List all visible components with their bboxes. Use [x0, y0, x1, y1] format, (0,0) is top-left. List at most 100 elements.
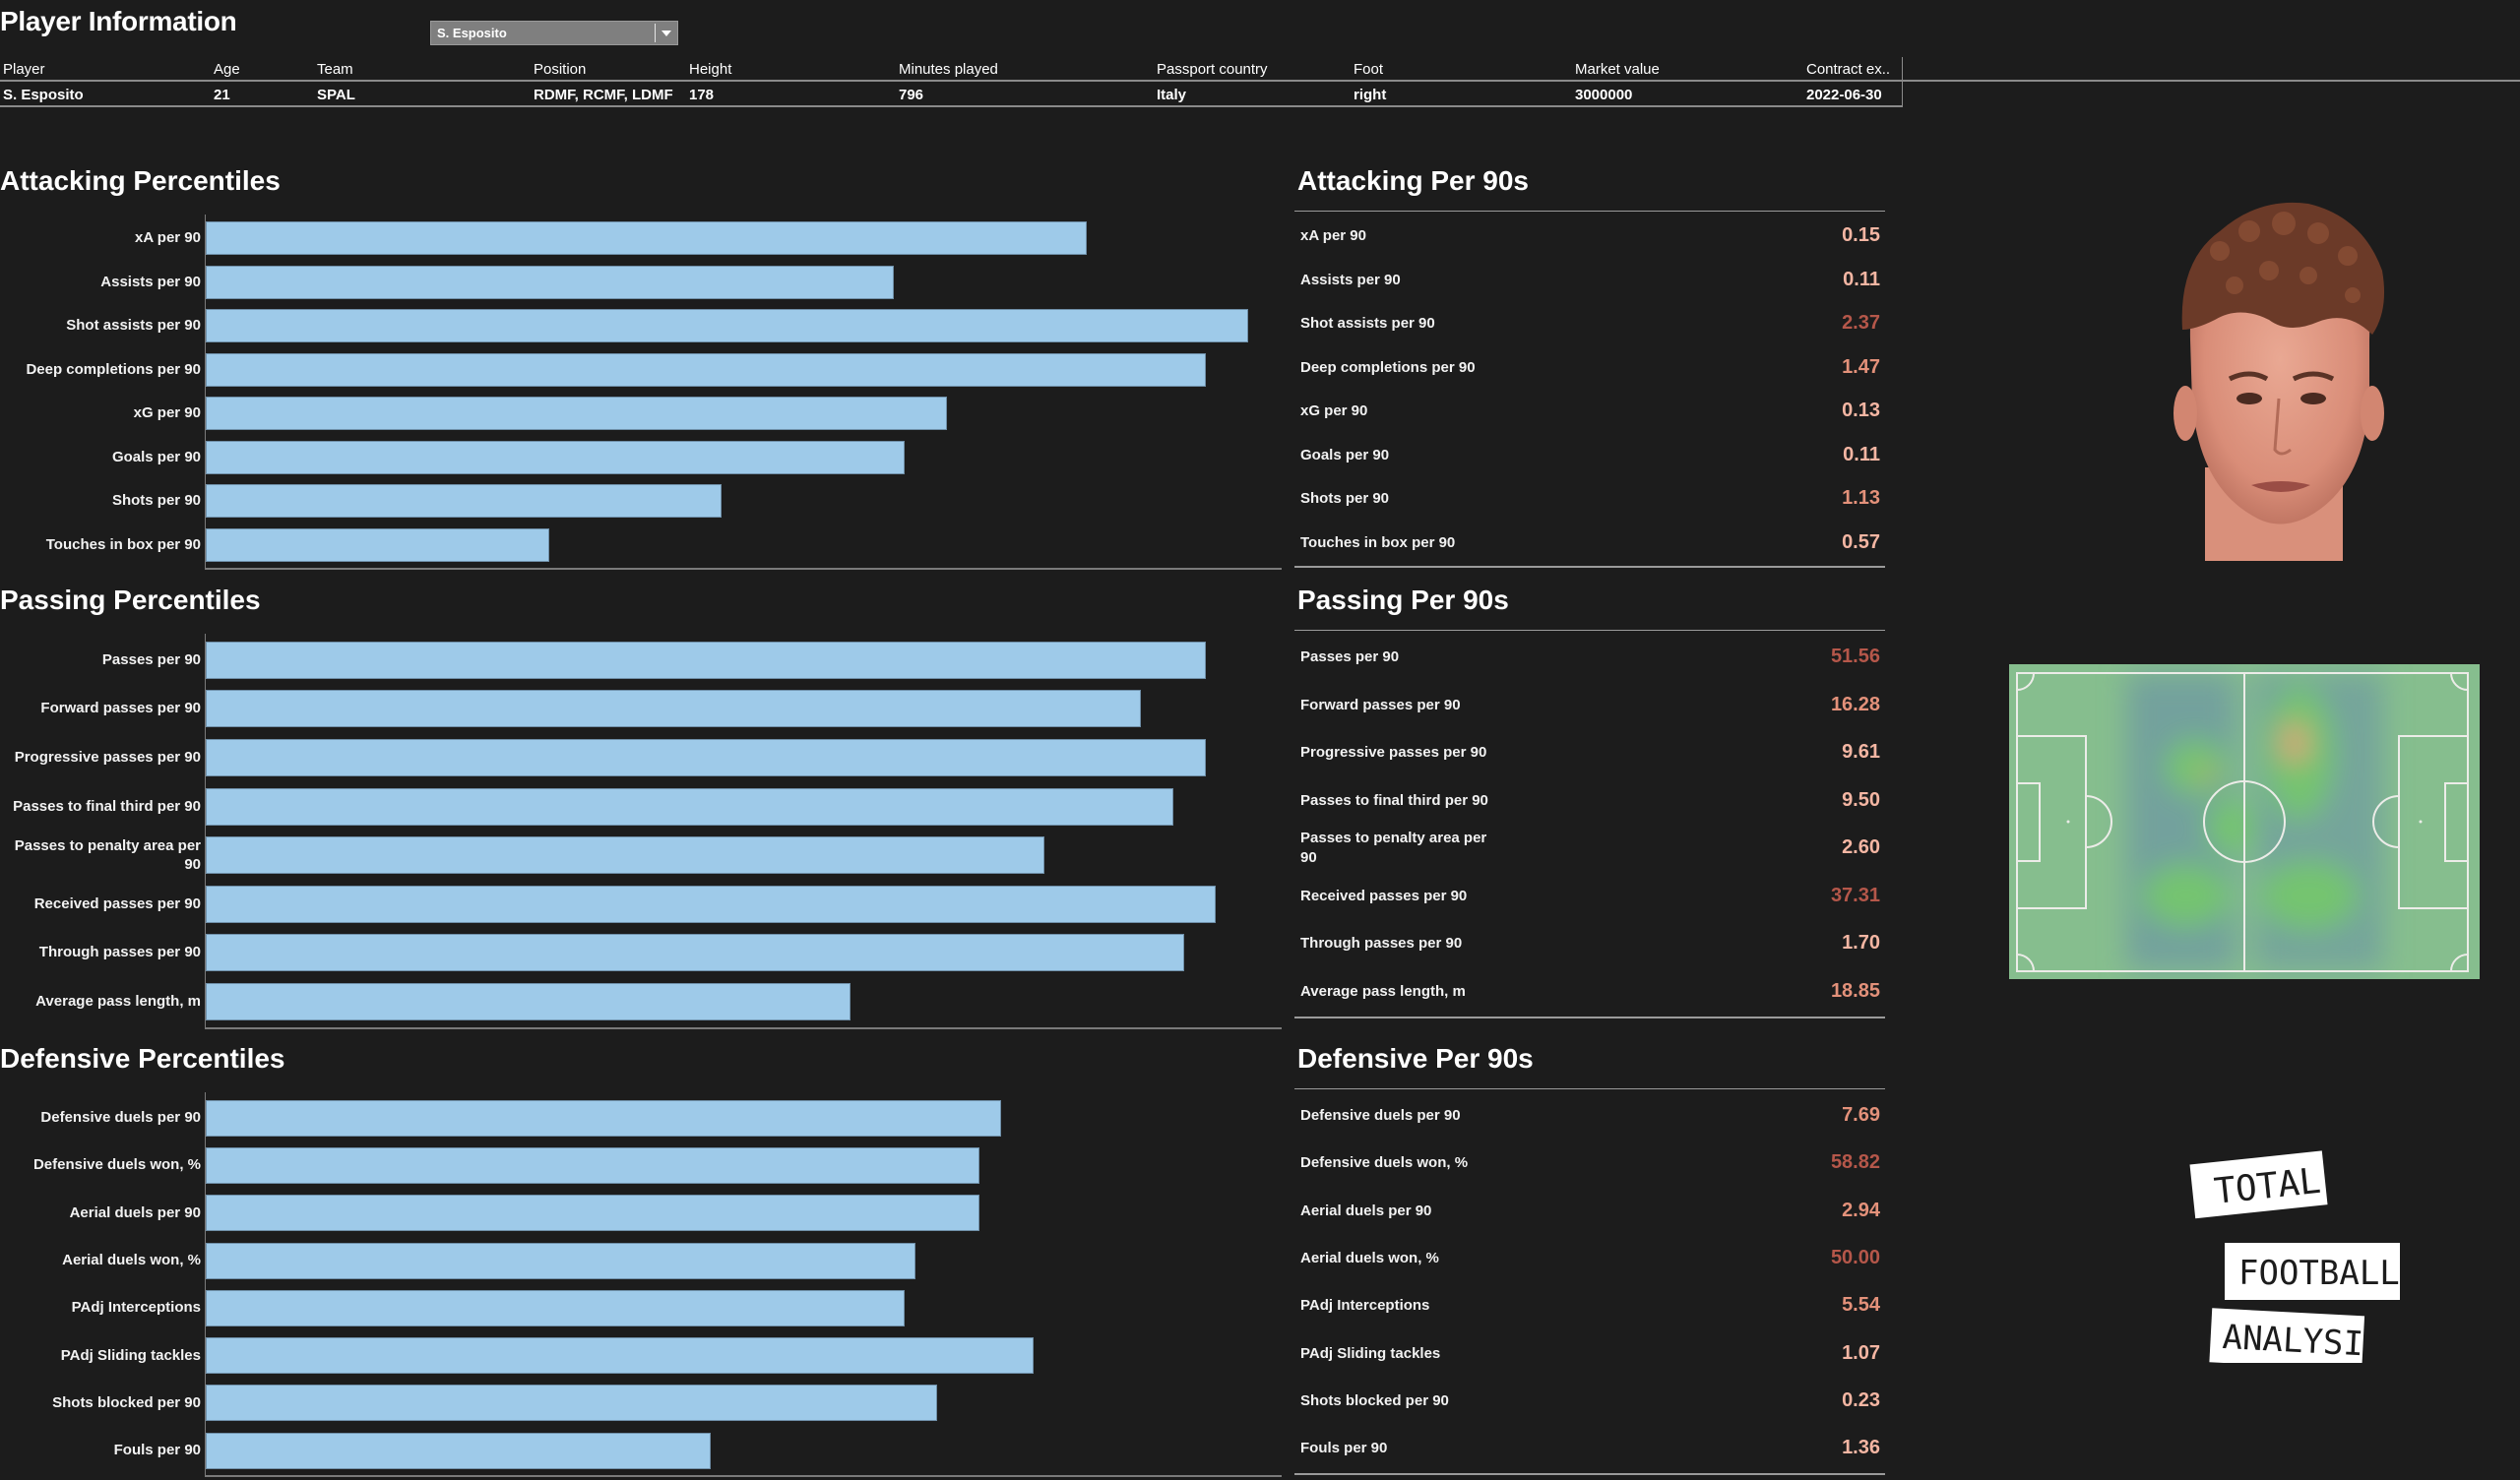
bar-label: Touches in box per 90: [45, 535, 201, 553]
stat-label: Progressive passes per 90: [1300, 744, 1487, 762]
percentile-bar[interactable]: [206, 1289, 905, 1326]
stat-label: Forward passes per 90: [1300, 696, 1461, 713]
table-bottom-divider: [1294, 1017, 1885, 1018]
stat-value: 9.61: [1842, 741, 1880, 764]
stat-row: Through passes per 90 1.70: [1297, 920, 1880, 968]
percentile-bar[interactable]: [206, 1242, 915, 1279]
stat-row: PAdj Sliding tackles 1.07: [1297, 1330, 1880, 1378]
stat-value: 1.07: [1842, 1341, 1880, 1364]
stat-value: 1.70: [1842, 932, 1880, 955]
stat-value: 16.28: [1830, 693, 1880, 715]
column-header[interactable]: Passport country: [1157, 61, 1268, 78]
bar-label: Passes to penalty area per 90: [14, 837, 201, 874]
percentile-bar[interactable]: [206, 787, 1173, 826]
percentile-bar[interactable]: [206, 983, 851, 1020]
stat-value: 1.13: [1842, 487, 1880, 510]
bar-label: Forward passes per 90: [40, 700, 201, 717]
stat-value: 0.15: [1842, 224, 1880, 247]
percentile-bar[interactable]: [206, 309, 1249, 343]
stat-row: Aerial duels per 90 2.94: [1297, 1188, 1880, 1235]
column-header[interactable]: Age: [214, 61, 240, 78]
cell-value: RDMF, RCMF, LDMF: [534, 87, 673, 103]
percentile-bar[interactable]: [206, 641, 1206, 679]
stat-label: Shots per 90: [1300, 490, 1390, 508]
stat-value: 37.31: [1830, 884, 1880, 906]
cell-value: right: [1354, 87, 1387, 103]
cell-value: SPAL: [317, 87, 355, 103]
defensive-percentiles-title: Defensive Percentiles: [0, 1043, 285, 1074]
percentile-bar[interactable]: [206, 265, 894, 299]
column-header[interactable]: Player: [3, 61, 45, 78]
cell-value: 178: [689, 87, 715, 103]
percentile-bar[interactable]: [206, 885, 1217, 923]
bar-label: Through passes per 90: [38, 944, 201, 961]
bar-label: xG per 90: [133, 404, 201, 422]
passing-percentiles-title: Passing Percentiles: [0, 585, 261, 615]
stat-value: 7.69: [1842, 1104, 1880, 1127]
percentile-bar[interactable]: [206, 934, 1184, 972]
cell-value: 3000000: [1575, 87, 1633, 103]
stat-value: 58.82: [1830, 1151, 1880, 1174]
attacking-percentiles-title: Attacking Percentiles: [0, 165, 281, 196]
percentile-bar[interactable]: [206, 1099, 1002, 1137]
heatmap-density: [2127, 674, 2383, 969]
stat-label: Passes to final third per 90: [1300, 791, 1488, 809]
stat-label: Aerial duels per 90: [1300, 1202, 1432, 1219]
cell-value: 21: [214, 87, 230, 103]
stat-row: Forward passes per 90 16.28: [1297, 682, 1880, 730]
bar-label: Average pass length, m: [35, 993, 201, 1010]
bar-label: PAdj Interceptions: [71, 1299, 201, 1317]
percentile-bar[interactable]: [206, 1432, 712, 1469]
bar-label: Shots per 90: [111, 492, 201, 510]
percentile-bar[interactable]: [206, 690, 1142, 728]
bar-label: Deep completions per 90: [26, 360, 201, 378]
column-header[interactable]: Position: [534, 61, 586, 78]
table-top-divider: [1294, 1088, 1885, 1089]
percentile-bar[interactable]: [206, 221, 1088, 256]
stat-label: Defensive duels won, %: [1300, 1154, 1469, 1172]
chevron-down-icon[interactable]: [662, 31, 671, 36]
passing-per90-table: Passes per 90 51.56 Forward passes per 90 1…: [1294, 630, 1885, 1018]
percentile-bar[interactable]: [206, 739, 1206, 776]
percentile-bar[interactable]: [206, 836, 1044, 875]
bar-label: Shots blocked per 90: [52, 1393, 201, 1411]
percentile-bar[interactable]: [206, 1337, 1034, 1375]
stat-value: 18.85: [1830, 979, 1880, 1002]
percentile-bar[interactable]: [206, 440, 905, 474]
bar-label: Assists per 90: [100, 273, 201, 290]
stat-row: Fouls per 90 1.36: [1297, 1425, 1880, 1472]
column-header[interactable]: Foot: [1354, 61, 1383, 78]
percentile-bar[interactable]: [206, 1385, 937, 1422]
percentile-bar[interactable]: [206, 352, 1206, 387]
table-top-divider: [1294, 630, 1885, 631]
column-header[interactable]: Height: [689, 61, 731, 78]
player-select-dropdown[interactable]: S. Esposito: [430, 21, 678, 45]
stat-value: 0.57: [1842, 530, 1880, 553]
defensive-per90-title: Defensive Per 90s: [1297, 1043, 1534, 1074]
bar-label: Progressive passes per 90: [14, 749, 201, 766]
bar-label: Passes per 90: [101, 650, 201, 668]
percentile-bar[interactable]: [206, 1195, 980, 1232]
stat-label: Touches in box per 90: [1300, 533, 1456, 551]
bar-label: PAdj Sliding tackles: [60, 1346, 201, 1364]
percentile-bar[interactable]: [206, 1146, 980, 1184]
stat-label: xA per 90: [1300, 227, 1366, 245]
stat-label: Passes per 90: [1300, 648, 1400, 666]
percentile-bar[interactable]: [206, 527, 550, 562]
stat-label: PAdj Interceptions: [1300, 1297, 1430, 1315]
row-divider: [0, 105, 1903, 107]
column-header[interactable]: Team: [317, 61, 353, 78]
player-info-table: Player Age Team Position Height Minutes playe…: [0, 57, 2520, 107]
info-table-header: Player Age Team Position Height Minutes playe…: [0, 57, 2520, 81]
column-header[interactable]: Market value: [1575, 61, 1660, 78]
bar-label: xA per 90: [135, 229, 201, 247]
percentile-bar[interactable]: [206, 484, 723, 519]
column-header[interactable]: Minutes played: [899, 61, 998, 78]
stat-label: xG per 90: [1300, 402, 1368, 420]
stat-label: Fouls per 90: [1300, 1440, 1388, 1457]
stat-value: 50.00: [1830, 1247, 1880, 1269]
table-bottom-divider: [1294, 1473, 1885, 1476]
column-header[interactable]: Contract ex..: [1806, 61, 1890, 78]
bar-label: Fouls per 90: [113, 1442, 201, 1459]
percentile-bar[interactable]: [206, 397, 948, 431]
